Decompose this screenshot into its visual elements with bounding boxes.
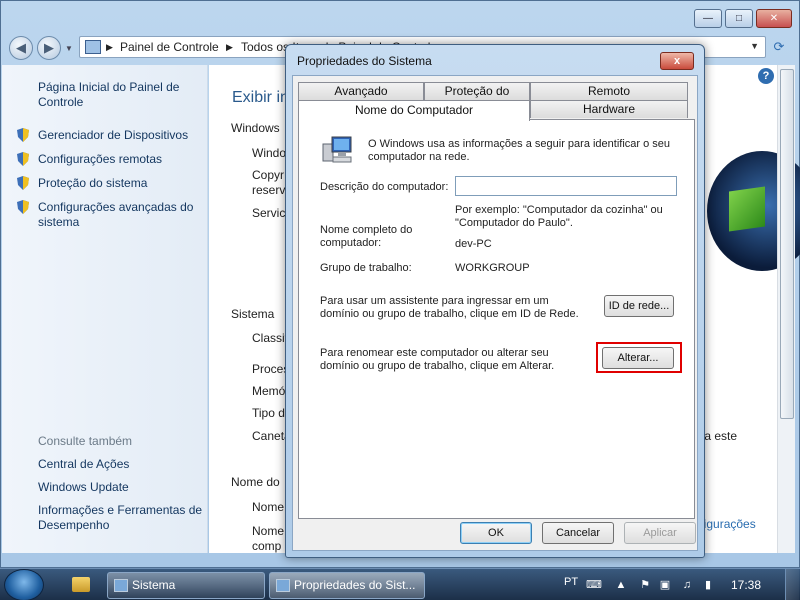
device-manager-link[interactable]: Gerenciador de Dispositivos [38, 128, 206, 143]
show-desktop-button[interactable] [785, 569, 799, 600]
language-indicator[interactable]: PT [564, 576, 578, 588]
tab-system-protection[interactable]: Proteção do Sistema [424, 82, 530, 115]
shield-icon [17, 152, 29, 166]
keyboard-icon[interactable]: ⌨ [586, 578, 602, 592]
dialog-title: Propriedades do Sistema [297, 54, 432, 68]
network-id-button[interactable]: ID de rede... [604, 295, 674, 317]
computer-icon [276, 579, 290, 592]
ok-button[interactable]: OK [460, 522, 532, 544]
volume-icon[interactable]: ♫ [680, 578, 694, 592]
tab-advanced[interactable]: Avançado [298, 82, 424, 100]
workgroup-value: WORKGROUP [455, 262, 530, 274]
computer-description-input[interactable] [455, 176, 677, 196]
scrollbar-thumb[interactable] [780, 69, 794, 419]
description-label: Descrição do computador: [320, 181, 449, 193]
network-icon[interactable]: ▣ [658, 578, 672, 592]
window-title-bar: — □ ✕ [1, 1, 800, 33]
section-windows-edition: Windows [231, 121, 280, 135]
change-description: Para renomear este computador ou alterar… [320, 347, 555, 372]
info-label: Memó [252, 384, 286, 398]
apply-button: Aplicar [624, 522, 696, 544]
control-panel-home-link[interactable]: Página Inicial do Painel de Controle [38, 80, 206, 110]
taskbar: Sistema Propriedades do Sist... PT ⌨ ▲ ⚑… [0, 568, 800, 600]
control-panel-icon [85, 40, 101, 54]
computer-icon [322, 136, 352, 163]
computer-icon [114, 579, 128, 592]
info-label: Servic [252, 206, 286, 220]
refresh-icon: ⟳ [773, 39, 785, 54]
description-example: Por exemplo: "Computador da cozinha" ou … [455, 204, 663, 229]
shield-icon [17, 176, 29, 190]
shield-icon [17, 200, 29, 214]
arrow-right-icon: ▶ [44, 40, 54, 55]
info-label: Windo [252, 146, 287, 160]
section-system: Sistema [231, 307, 275, 321]
see-also-heading: Consulte também [38, 434, 133, 448]
workgroup-label: Grupo de trabalho: [320, 262, 412, 274]
info-label: Proces [252, 362, 290, 376]
taskbar-item-label: Propriedades do Sist... [294, 578, 416, 592]
tab-computer-name[interactable]: Nome do Computador [298, 100, 530, 121]
windows-update-link[interactable]: Windows Update [38, 480, 206, 495]
system-protection-link[interactable]: Proteção do sistema [38, 176, 206, 191]
dialog-close-button[interactable]: x [660, 52, 694, 70]
back-button[interactable]: ◀ [9, 36, 33, 60]
forward-button[interactable]: ▶ [37, 36, 61, 60]
taskbar-item-system-properties[interactable]: Propriedades do Sist... [269, 572, 425, 599]
performance-info-link[interactable]: Informações e Ferramentas de Desempenho [38, 503, 206, 533]
system-properties-dialog: Propriedades do Sistema x Avançado Prote… [285, 44, 705, 558]
full-name-label: Nome completo do computador: [320, 224, 413, 249]
help-icon[interactable]: ? [758, 68, 774, 84]
start-button[interactable] [4, 569, 44, 600]
maximize-button[interactable]: □ [725, 9, 753, 28]
taskbar-item-label: Sistema [132, 578, 176, 592]
action-center-link[interactable]: Central de Ações [38, 457, 206, 472]
intro-text: O Windows usa as informações a seguir pa… [368, 138, 671, 163]
power-icon[interactable]: ▮ [701, 578, 715, 592]
info-label: Nome comp [252, 524, 285, 553]
section-computer-name: Nome do [231, 475, 280, 489]
computer-name-panel: O Windows usa as informações a seguir pa… [298, 119, 695, 519]
close-button[interactable]: ✕ [756, 9, 792, 28]
taskbar-item-system[interactable]: Sistema [107, 572, 265, 599]
tab-hardware[interactable]: Hardware [530, 100, 688, 118]
minimize-button[interactable]: — [694, 9, 722, 28]
remote-settings-link[interactable]: Configurações remotas [38, 152, 206, 167]
action-center-flag-icon[interactable]: ⚑ [638, 578, 652, 592]
folder-icon[interactable] [72, 577, 90, 592]
advanced-system-settings-link[interactable]: Configurações avançadas do sistema [38, 200, 206, 230]
info-label: Classif [252, 331, 289, 345]
breadcrumb-separator-icon[interactable]: ▶ [106, 42, 113, 53]
tab-remote[interactable]: Remoto [530, 82, 688, 100]
network-id-description: Para usar um assistente para ingressar e… [320, 295, 579, 320]
breadcrumb-separator-icon[interactable]: ▶ [226, 42, 233, 53]
shield-icon [17, 128, 29, 142]
recent-pages-dropdown[interactable]: ▼ [65, 44, 73, 53]
cancel-button[interactable]: Cancelar [542, 522, 614, 544]
refresh-button[interactable]: ⟳ [769, 39, 789, 57]
notification-arrow-icon[interactable]: ▲ [614, 578, 628, 592]
info-label: Nome [252, 500, 285, 514]
dialog-body: Avançado Proteção do Sistema Remoto Hard… [292, 75, 698, 551]
full-name-value: dev-PC [455, 238, 492, 250]
chevron-down-icon[interactable]: ▼ [750, 41, 759, 51]
clock[interactable]: 17:38 [731, 578, 761, 592]
left-task-pane: Página Inicial do Painel de Controle Ger… [2, 65, 208, 553]
breadcrumb-control-panel[interactable]: Painel de Controle [120, 40, 219, 54]
vertical-scrollbar[interactable] [777, 65, 795, 553]
change-button[interactable]: Alterar... [602, 347, 674, 369]
info-label: Tipo d [252, 406, 285, 420]
arrow-left-icon: ◀ [16, 40, 26, 55]
